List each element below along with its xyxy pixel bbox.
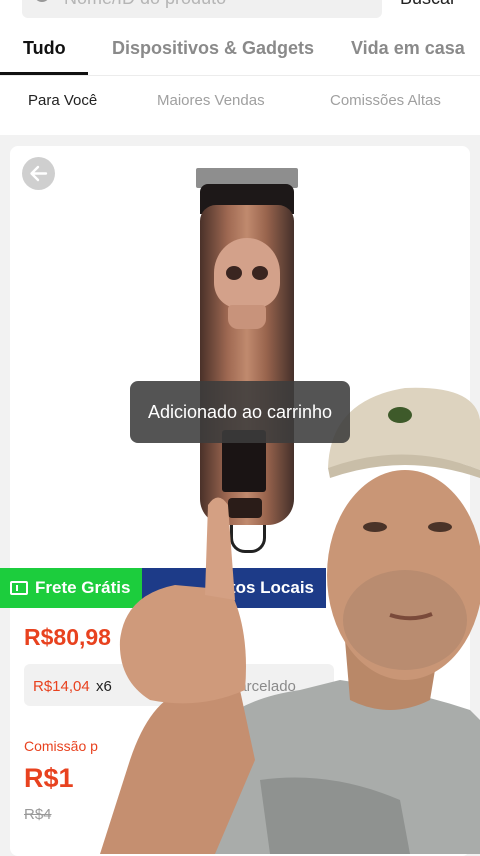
commission-label: Comissão p: [24, 738, 98, 754]
arrow-left-icon: [30, 165, 48, 182]
tab-tudo[interactable]: Tudo: [23, 38, 66, 59]
skull-eye: [252, 266, 268, 280]
shipping-icon: [10, 581, 28, 595]
free-shipping-badge: Frete Grátis: [0, 568, 142, 608]
skull-eye: [226, 266, 242, 280]
old-price: R$4: [24, 806, 52, 823]
trimmer-cord: [230, 525, 266, 553]
installment-value: R$14,04: [33, 678, 90, 695]
local-products-label: utos Locais: [219, 578, 314, 597]
search-placeholder: Nome/ID do produto: [64, 0, 226, 9]
back-button[interactable]: [22, 157, 55, 190]
divider: [0, 75, 480, 76]
product-price: R$80,98: [24, 624, 111, 650]
commission-value: R$1: [24, 763, 74, 793]
skull-jaw: [228, 305, 266, 329]
free-shipping-label: Frete Grátis: [35, 578, 131, 597]
local-products-badge: utos Locais: [142, 568, 326, 608]
skull-emblem: [214, 238, 280, 308]
header: [0, 0, 480, 135]
subtab-maiores-vendas[interactable]: Maiores Vendas: [157, 92, 265, 109]
tab-vida-em-casa[interactable]: Vida em casa: [351, 38, 465, 59]
added-to-cart-toast: Adicionado ao carrinho: [130, 381, 350, 443]
subtab-comissoes-altas[interactable]: Comissões Altas: [330, 92, 441, 109]
search-button[interactable]: Buscar: [400, 0, 456, 9]
tab-dispositivos-gadgets[interactable]: Dispositivos & Gadgets: [112, 38, 314, 59]
subtab-para-voce[interactable]: Para Você: [28, 92, 97, 109]
installment-multiplier: x6: [96, 678, 112, 695]
installment-suffix: parcelado: [230, 678, 296, 695]
trimmer-power-button: [228, 498, 262, 518]
